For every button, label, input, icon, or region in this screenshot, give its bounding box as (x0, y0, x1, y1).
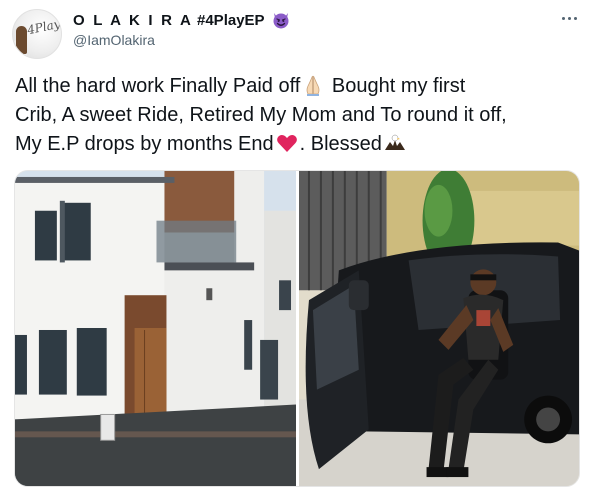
car-photo[interactable] (299, 171, 579, 486)
tweet-line-1: All the hard work Finally Paid off Bough… (15, 72, 585, 101)
tweet-card: 4Play O L A K I R A #4PlayEP @IamOlakira… (0, 0, 594, 497)
tweet-media (14, 170, 580, 487)
dot (567, 16, 571, 20)
author-name-row[interactable]: O L A K I R A #4PlayEP (73, 10, 291, 30)
tweet-text-segment: . Blessed (299, 133, 382, 155)
tweet-text-segment: My E.P drops by months End (15, 133, 274, 155)
house-photo[interactable] (15, 171, 296, 486)
tweet-text: All the hard work Finally Paid off Bough… (15, 72, 585, 159)
avatar-person (16, 26, 27, 54)
author-handle[interactable]: @IamOlakira (73, 32, 155, 48)
more-options-icon[interactable] (557, 10, 581, 26)
display-name[interactable]: O L A K I R A (73, 12, 193, 29)
car-illustration (299, 171, 579, 486)
display-tag[interactable]: #4PlayEP (197, 12, 265, 29)
red-heart-icon (276, 134, 297, 152)
tweet-line-2: Crib, A sweet Ride, Retired My Mom and T… (15, 104, 507, 126)
avatar-signature: 4Play (25, 16, 62, 38)
tweet-text-segment: All the hard work Finally Paid off (15, 75, 301, 97)
house-illustration (15, 171, 296, 486)
tweet-line-3: My E.P drops by months End . Blessed (15, 130, 585, 159)
folded-hands-icon (306, 75, 320, 96)
eagle-icon (384, 134, 405, 150)
smiling-face-with-horns-icon (273, 13, 289, 29)
avatar[interactable]: 4Play (12, 9, 62, 59)
dot (561, 16, 565, 20)
tweet-text-segment: Bought my first (326, 75, 466, 97)
dot (573, 16, 577, 20)
